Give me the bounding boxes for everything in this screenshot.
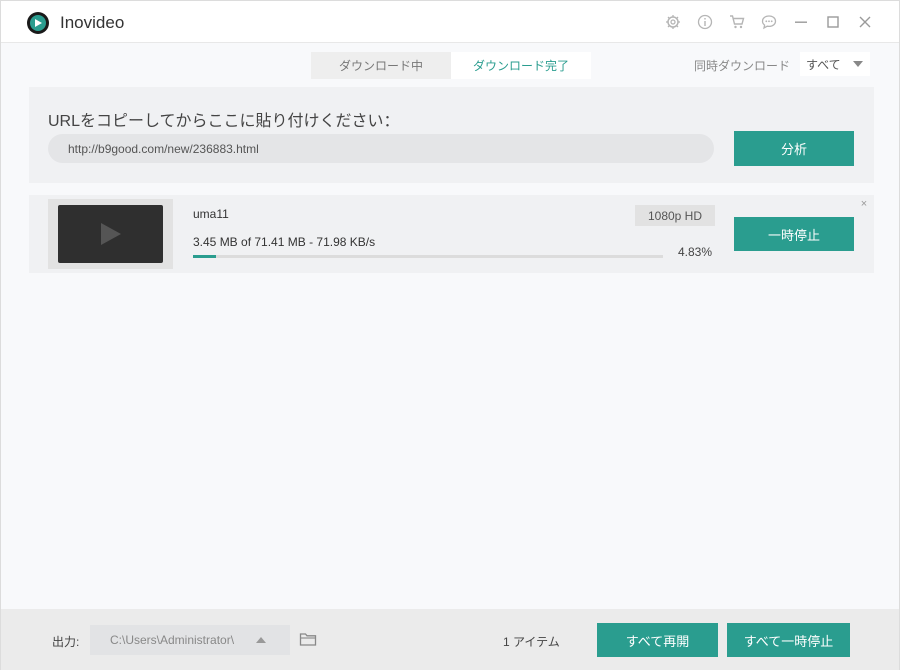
app-window: Inovideo ダウンロード中 ダウンロード完了 同時ダウンロード すべて U… (0, 0, 900, 670)
pause-all-button[interactable]: すべて一時停止 (727, 623, 850, 657)
info-icon[interactable] (695, 13, 715, 31)
close-icon[interactable] (855, 13, 875, 31)
thumbnail-frame (58, 205, 163, 263)
download-tabs: ダウンロード中 ダウンロード完了 (311, 52, 591, 79)
cart-icon[interactable] (727, 13, 747, 31)
progress-bar (193, 255, 663, 258)
download-percent: 4.83% (678, 245, 713, 259)
tab-downloading[interactable]: ダウンロード中 (311, 52, 451, 79)
url-panel: URLをコピーしてからここに貼り付けください： 分析 (29, 87, 874, 183)
app-title: Inovideo (60, 13, 125, 32)
pause-button[interactable]: 一時停止 (734, 217, 854, 251)
item-count: 1 アイテム (503, 635, 560, 649)
resume-all-button[interactable]: すべて再開 (597, 623, 718, 657)
maximize-icon[interactable] (823, 13, 843, 31)
concurrent-download-label: 同時ダウンロード (694, 59, 791, 73)
url-input[interactable] (48, 134, 714, 163)
title-bar-controls (663, 13, 875, 31)
output-label: 出力: (52, 635, 80, 649)
settings-icon[interactable] (663, 13, 683, 31)
progress-bar-fill (193, 255, 216, 258)
footer-bar: 出力: C:\Users\Administrator\ 1 アイテム すべて再開… (1, 609, 899, 670)
download-item: uma11 1080p HD 3.45 MB of 71.41 MB - 71.… (29, 195, 874, 273)
quality-badge: 1080p HD (635, 205, 715, 226)
analyze-button[interactable]: 分析 (734, 131, 854, 166)
output-path-value: C:\Users\Administrator\ (110, 633, 235, 647)
play-icon (101, 223, 121, 245)
chat-icon[interactable] (759, 13, 779, 31)
chevron-up-icon (256, 637, 266, 643)
concurrent-download-select[interactable]: すべて (800, 52, 870, 76)
output-path-select[interactable]: C:\Users\Administrator\ (90, 625, 290, 655)
app-logo-icon (27, 12, 49, 34)
folder-icon[interactable] (299, 631, 317, 647)
tab-downloaded[interactable]: ダウンロード完了 (451, 52, 591, 79)
video-thumbnail (48, 199, 173, 269)
minimize-icon[interactable] (791, 13, 811, 31)
download-item-name: uma11 (193, 207, 229, 221)
remove-item-close-icon[interactable]: × (858, 198, 870, 210)
chevron-down-icon (853, 61, 863, 67)
download-progress-text: 3.45 MB of 71.41 MB - 71.98 KB/s (193, 235, 376, 249)
title-bar: Inovideo (1, 1, 899, 43)
concurrent-download-value: すべて (806, 57, 841, 72)
url-prompt-label: URLをコピーしてからここに貼り付けください： (48, 113, 400, 130)
